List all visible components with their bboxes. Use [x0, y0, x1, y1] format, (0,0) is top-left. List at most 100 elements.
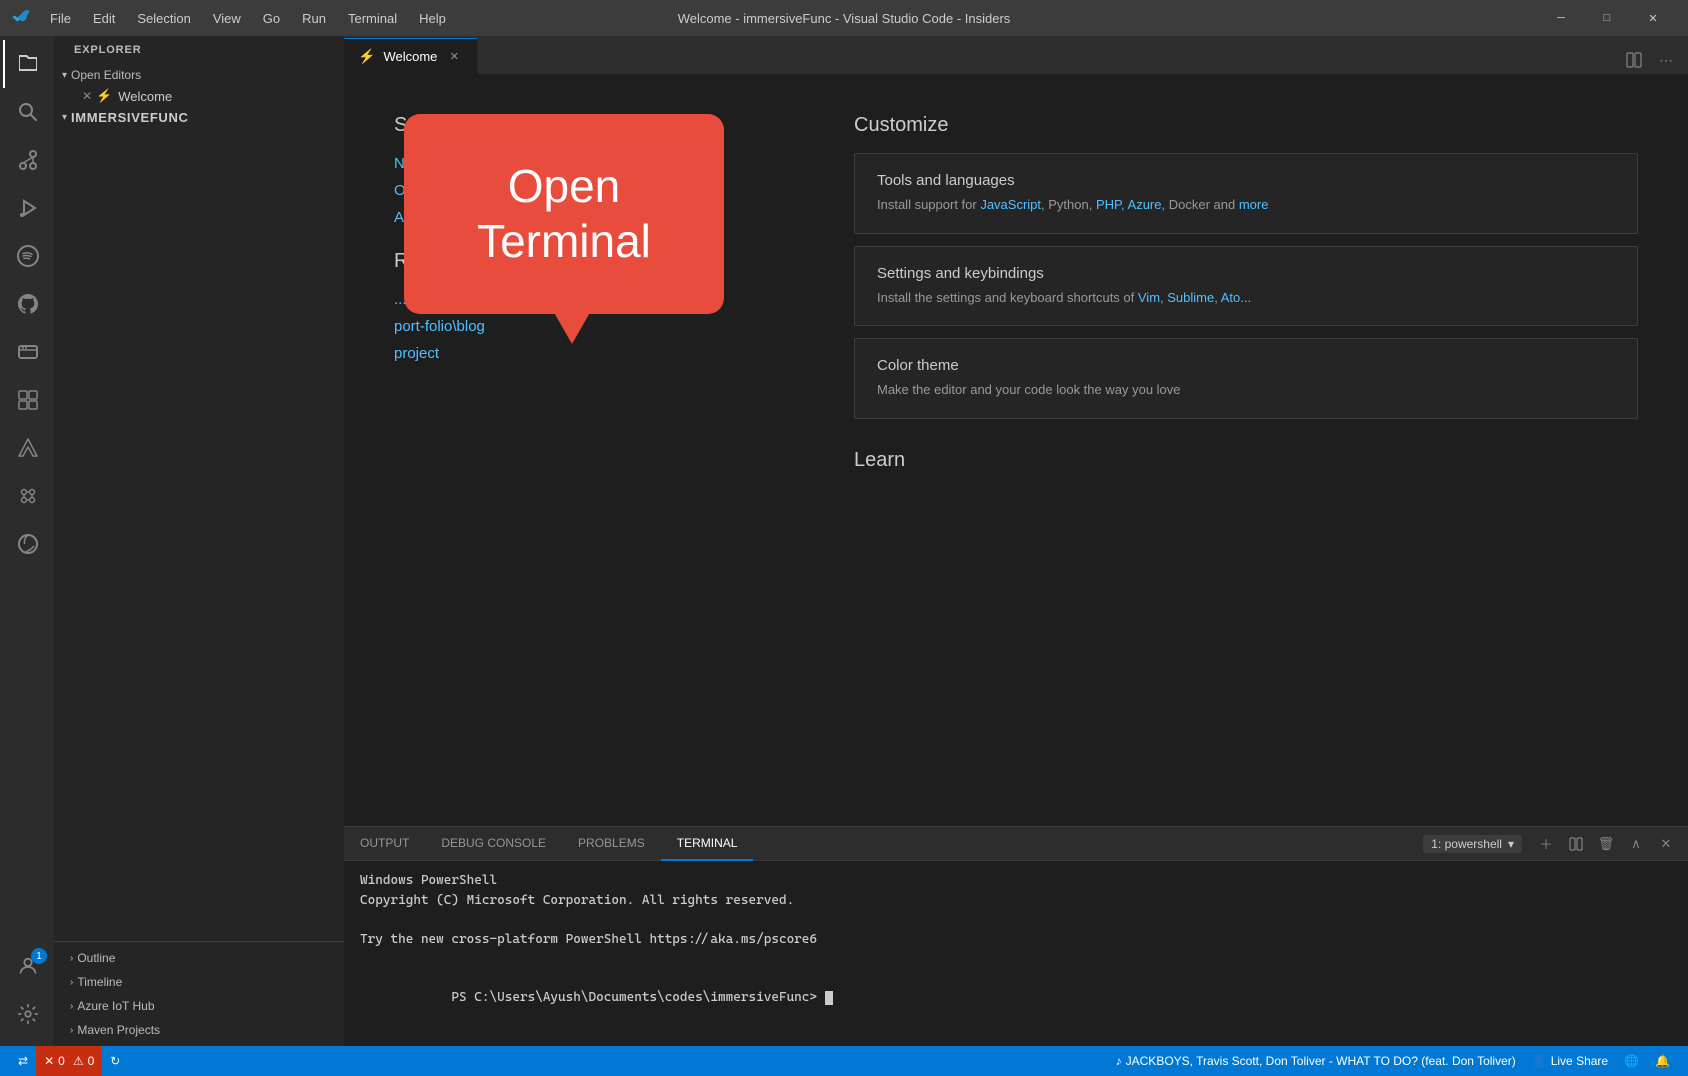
terminal-line-0: Windows PowerShell: [360, 871, 1672, 891]
more-actions-button[interactable]: ⋯: [1652, 46, 1680, 74]
menu-go[interactable]: Go: [253, 7, 290, 30]
chevron-right-icon-maven: ›: [70, 1025, 73, 1036]
music-status[interactable]: ♪ JACKBOYS, Travis Scott, Don Toliver - …: [1108, 1046, 1524, 1076]
panel-close-button[interactable]: ✕: [1652, 830, 1680, 858]
activity-item-run[interactable]: [3, 184, 51, 232]
live-share-status[interactable]: 👤 Live Share: [1524, 1046, 1616, 1076]
menu-terminal[interactable]: Terminal: [338, 7, 407, 30]
terminal-popup-text: Open Terminal: [477, 159, 651, 269]
open-editor-welcome[interactable]: ✕ ⚡ Welcome: [54, 86, 344, 106]
activity-item-source-control[interactable]: [3, 136, 51, 184]
activity-item-edge[interactable]: [3, 520, 51, 568]
activity-item-npm[interactable]: [3, 472, 51, 520]
welcome-right: Customize Tools and languages Install su…: [854, 114, 1638, 786]
maximize-button[interactable]: □: [1584, 0, 1630, 36]
maven-label: Maven Projects: [77, 1023, 160, 1037]
menu-file[interactable]: File: [40, 7, 81, 30]
bell-icon: 🔔: [1655, 1054, 1670, 1068]
card-theme-title: Color theme: [877, 357, 1615, 374]
menubar: File Edit Selection View Go Run Terminal…: [40, 7, 456, 30]
link-js[interactable]: JavaScript: [980, 197, 1041, 212]
menu-edit[interactable]: Edit: [83, 7, 125, 30]
notification-status[interactable]: 🔔: [1647, 1046, 1678, 1076]
terminal-content[interactable]: Windows PowerShell Copyright (C) Microso…: [344, 861, 1688, 1046]
kill-terminal-button[interactable]: 🗑: [1592, 830, 1620, 858]
tab-welcome[interactable]: ⚡ Welcome ✕: [344, 38, 478, 74]
link-more[interactable]: more: [1239, 197, 1269, 212]
card-tools-title: Tools and languages: [877, 172, 1615, 189]
live-share-label: Live Share: [1551, 1054, 1608, 1068]
tab-close-button[interactable]: ✕: [445, 48, 463, 66]
activity-item-azure[interactable]: [3, 424, 51, 472]
chevron-down-icon-folder: ▾: [62, 112, 67, 123]
error-status[interactable]: ✕ 0 ⚠ 0: [36, 1046, 102, 1076]
link-azure[interactable]: Azure: [1128, 197, 1162, 212]
recent-item-2[interactable]: project: [394, 345, 774, 362]
link-vim[interactable]: Vim: [1138, 290, 1160, 305]
panel-tab-terminal[interactable]: TERMINAL: [661, 827, 754, 861]
tab-welcome-icon: ⚡: [358, 48, 375, 65]
link-php[interactable]: PHP: [1096, 197, 1121, 212]
activity-bar: 1: [0, 36, 54, 1046]
terminal-popup: Open Terminal: [404, 114, 724, 314]
open-editor-welcome-label: Welcome: [118, 89, 172, 104]
terminal-dropdown[interactable]: 1: powershell ▾: [1423, 835, 1522, 853]
panel-tab-output[interactable]: OUTPUT: [344, 827, 425, 861]
activity-item-remote[interactable]: [3, 328, 51, 376]
chevron-right-icon: ›: [70, 953, 73, 964]
warning-icon: ⚠: [73, 1054, 84, 1068]
activity-item-search[interactable]: [3, 88, 51, 136]
minimize-button[interactable]: ─: [1538, 0, 1584, 36]
panel-tab-debug[interactable]: DEBUG CONSOLE: [425, 827, 562, 861]
activity-item-github[interactable]: [3, 280, 51, 328]
card-settings[interactable]: Settings and keybindings Install the set…: [854, 246, 1638, 327]
menu-run[interactable]: Run: [292, 7, 336, 30]
activity-item-accounts[interactable]: 1: [3, 942, 51, 990]
panel-tab-problems[interactable]: PROBLEMS: [562, 827, 661, 861]
accounts-badge: 1: [31, 948, 47, 964]
activity-item-spotify[interactable]: [3, 232, 51, 280]
menu-help[interactable]: Help: [409, 7, 456, 30]
close-icon[interactable]: ✕: [82, 89, 92, 103]
error-icon: ✕: [44, 1054, 54, 1068]
vscode-icon: [12, 9, 30, 27]
sidebar-item-outline[interactable]: › Outline: [54, 946, 344, 970]
welcome-content: Open Terminal Start New file Open folder…: [344, 74, 1688, 826]
menu-view[interactable]: View: [203, 7, 251, 30]
terminal-line-3: Try the new cross-platform PowerShell ht…: [360, 930, 1672, 950]
editor-area: ⚡ Welcome ✕ ⋯ Op: [344, 36, 1688, 1046]
remote-status[interactable]: ⇄: [10, 1046, 36, 1076]
sidebar-item-timeline[interactable]: › Timeline: [54, 970, 344, 994]
azure-iot-hub-label: Azure IoT Hub: [77, 999, 154, 1013]
new-terminal-button[interactable]: ＋: [1532, 830, 1560, 858]
sidebar-item-azure-iot-hub[interactable]: › Azure IoT Hub: [54, 994, 344, 1018]
menu-selection[interactable]: Selection: [127, 7, 200, 30]
sidebar-title: Explorer: [54, 36, 344, 64]
activity-item-extensions[interactable]: [3, 376, 51, 424]
open-editors-label: Open Editors: [71, 68, 141, 82]
panel-up-button[interactable]: ∧: [1622, 830, 1650, 858]
sidebar-tree: [54, 129, 344, 941]
terminal-line-4: [360, 949, 1672, 969]
folder-header[interactable]: ▾ ImmersiveFunc: [54, 106, 344, 129]
activity-item-settings[interactable]: [3, 990, 51, 1038]
card-theme[interactable]: Color theme Make the editor and your cod…: [854, 338, 1638, 419]
activity-item-explorer[interactable]: [3, 40, 51, 88]
globe-status[interactable]: 🌐: [1616, 1046, 1647, 1076]
link-atom[interactable]: Ato...: [1221, 290, 1251, 305]
timeline-label: Timeline: [77, 975, 122, 989]
globe-icon: 🌐: [1624, 1054, 1639, 1068]
sync-status[interactable]: ↻: [102, 1046, 128, 1076]
close-button[interactable]: ✕: [1630, 0, 1676, 36]
sidebar-item-maven[interactable]: › Maven Projects: [54, 1018, 344, 1042]
music-text: JACKBOYS, Travis Scott, Don Toliver - WH…: [1126, 1054, 1516, 1068]
customize-title: Customize: [854, 114, 1638, 137]
split-editor-button[interactable]: [1620, 46, 1648, 74]
card-tools[interactable]: Tools and languages Install support for …: [854, 153, 1638, 234]
error-count: 0: [58, 1054, 65, 1068]
split-terminal-button[interactable]: [1562, 830, 1590, 858]
open-editors-header[interactable]: ▾ Open Editors: [54, 64, 344, 86]
link-sublime[interactable]: Sublime: [1167, 290, 1214, 305]
titlebar: File Edit Selection View Go Run Terminal…: [0, 0, 1688, 36]
folder-name: ImmersiveFunc: [71, 110, 189, 125]
